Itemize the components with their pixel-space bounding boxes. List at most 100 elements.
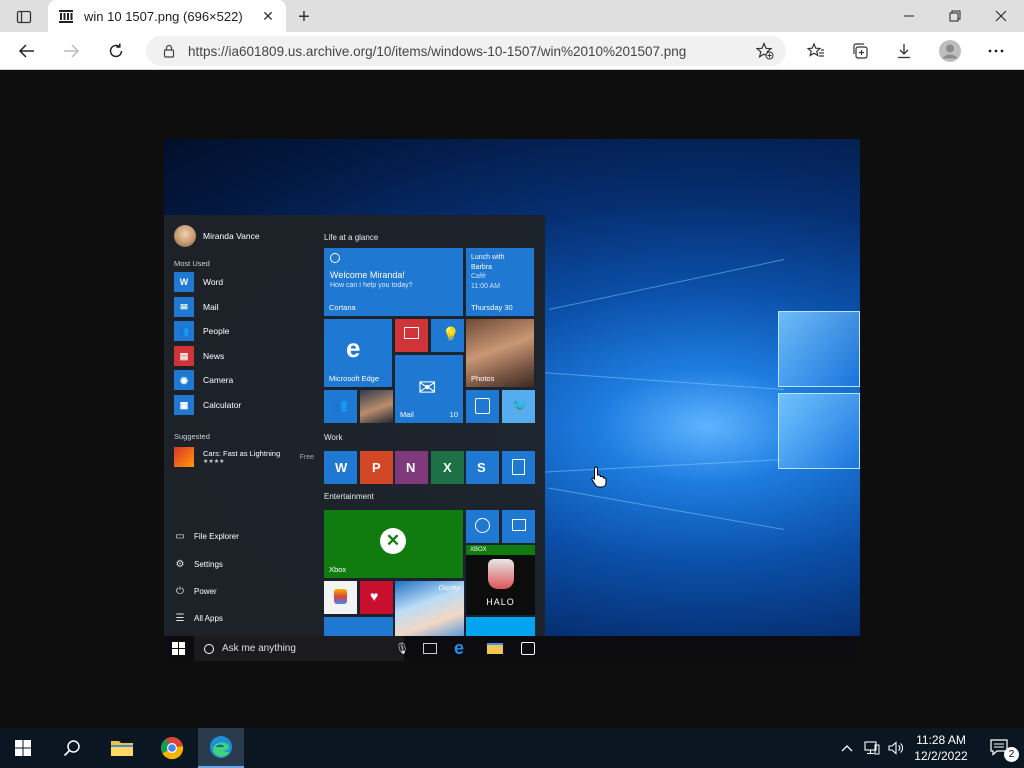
app-label: Calculator <box>203 400 242 410</box>
tile-calendar[interactable]: Lunch with Barbra Café 11:00 AM Thursday… <box>466 248 534 316</box>
tile-label: Thursday 30 <box>471 303 513 312</box>
system-item-all-apps[interactable]: ☰ All Apps <box>174 610 223 626</box>
system-item-file-explorer[interactable]: ▭ File Explorer <box>174 528 239 544</box>
settings-more-button[interactable] <box>981 36 1011 66</box>
calendar-line: Barbra <box>471 263 493 271</box>
suggested-heading: Suggested <box>174 432 210 441</box>
tile-label: Xbox <box>329 565 347 574</box>
tab-active[interactable]: win 10 1507.png (696×522) ✕ <box>48 0 286 32</box>
add-favorite-button[interactable] <box>750 36 780 66</box>
tile-partial[interactable] <box>324 617 393 636</box>
tile-calculator[interactable] <box>502 451 535 484</box>
windows-logo-icon <box>15 740 31 756</box>
file-explorer-button[interactable] <box>99 728 145 768</box>
tile-skype[interactable]: S <box>466 451 499 484</box>
displayed-image: Miranda Vance Most Used W Word ✉ Mail 👥 … <box>164 139 860 661</box>
system-item-label: Settings <box>194 559 223 569</box>
tile-partial[interactable] <box>466 617 535 636</box>
system-item-settings[interactable]: ⚙ Settings <box>174 556 223 572</box>
people-icon: 👥 <box>174 321 194 341</box>
close-tab-icon[interactable]: ✕ <box>260 8 276 24</box>
refresh-icon <box>109 43 123 58</box>
light-beam <box>544 372 785 390</box>
tile-label: Cortana <box>329 303 356 312</box>
os-taskbar: 11:28 AM 12/2/2022 2 <box>0 728 1024 768</box>
address-bar[interactable]: https://ia601809.us.archive.org/10/items… <box>146 36 786 66</box>
tile-mail[interactable]: ✉ Mail 10 <box>395 355 463 423</box>
tile-onenote[interactable]: N <box>395 451 428 484</box>
restore-button[interactable] <box>932 0 978 32</box>
system-item-power[interactable]: ⏻ Power <box>174 583 217 599</box>
app-item-news[interactable]: ▤ News <box>174 346 224 366</box>
app-label: Word <box>203 277 224 287</box>
tile-photos[interactable]: Photos <box>466 319 534 387</box>
show-hidden-icons-button[interactable] <box>834 728 860 768</box>
volume-button[interactable] <box>884 728 908 768</box>
suggested-app-label: Cars: Fast as Lightning <box>203 449 281 458</box>
tile-cortana[interactable]: Welcome Miranda! How can I help you toda… <box>324 248 463 316</box>
suggested-app[interactable]: Cars: Fast as Lightning ★★★★ Free <box>174 447 314 467</box>
clapperboard-icon <box>512 519 526 531</box>
tile-word[interactable]: W <box>324 451 357 484</box>
calendar-line: 11:00 AM <box>471 282 501 290</box>
edge-icon: e <box>454 638 465 658</box>
close-window-button[interactable] <box>978 0 1024 32</box>
suggested-app-rating: ★★★★ <box>203 459 225 465</box>
user-account[interactable]: Miranda Vance <box>174 225 260 247</box>
tile-movies-tv[interactable] <box>502 510 535 543</box>
tile-twitter[interactable]: 🐦 <box>502 390 535 423</box>
app-item-calculator[interactable]: ▦ Calculator <box>174 395 241 415</box>
tile-disney-frozen[interactable]: Disney <box>395 581 464 636</box>
tile-iheartradio[interactable]: ♥ <box>360 581 393 614</box>
refresh-button[interactable] <box>101 36 131 66</box>
app-item-camera[interactable]: ◉ Camera <box>174 370 233 390</box>
game-app-icon <box>334 589 347 604</box>
app-item-mail[interactable]: ✉ Mail <box>174 297 219 317</box>
app-item-people[interactable]: 👥 People <box>174 321 229 341</box>
news-icon: ▤ <box>174 346 194 366</box>
tile-xbox[interactable]: ✕ Xbox <box>324 510 463 578</box>
back-button[interactable] <box>12 36 42 66</box>
tile-contact[interactable] <box>360 390 393 423</box>
collections-icon <box>853 43 868 59</box>
cortana-search-box[interactable]: Ask me anything <box>194 636 404 661</box>
tab-actions-button[interactable] <box>10 6 38 28</box>
windows-start-icon <box>172 642 185 655</box>
network-button[interactable] <box>860 728 884 768</box>
new-tab-button[interactable]: + <box>292 5 316 29</box>
profile-button[interactable] <box>935 36 965 66</box>
tile-tips[interactable]: 💡 <box>431 319 464 352</box>
calendar-line: Café <box>471 273 486 280</box>
chrome-button[interactable] <box>149 728 195 768</box>
page-content: Miranda Vance Most Used W Word ✉ Mail 👥 … <box>0 71 1024 728</box>
suggested-app-price: Free <box>299 453 314 461</box>
mail-icon: ✉ <box>418 375 437 400</box>
tile-news[interactable] <box>395 319 428 352</box>
tile-microsoft-edge[interactable]: e Microsoft Edge <box>324 319 392 387</box>
start-button[interactable] <box>0 728 46 768</box>
cortana-subtitle: How can I help you today? <box>330 282 413 289</box>
app-label: Mail <box>203 302 219 312</box>
app-item-word[interactable]: W Word <box>174 272 223 292</box>
tile-groove-music[interactable] <box>466 510 499 543</box>
forward-button[interactable] <box>56 36 86 66</box>
edge-taskbar-button-active[interactable] <box>198 728 244 768</box>
light-beam <box>547 487 785 530</box>
clock[interactable]: 11:28 AM 12/2/2022 <box>910 728 972 768</box>
user-name: Miranda Vance <box>203 231 260 241</box>
browser-toolbar: https://ia601809.us.archive.org/10/items… <box>0 32 1024 70</box>
minimize-button[interactable] <box>886 0 932 32</box>
tile-halo[interactable]: XBOX HALO <box>466 545 535 615</box>
tile-people[interactable]: 👥 <box>324 390 357 423</box>
notification-center-button[interactable]: 2 <box>978 728 1024 768</box>
tile-excel[interactable]: X <box>431 451 464 484</box>
search-button[interactable] <box>49 728 95 768</box>
mail-count-badge: 10 <box>449 410 458 419</box>
tile-store[interactable] <box>466 390 499 423</box>
favorites-button[interactable] <box>801 36 831 66</box>
collections-button[interactable] <box>845 36 875 66</box>
tile-game-small[interactable] <box>324 581 357 614</box>
tile-powerpoint[interactable]: P <box>360 451 393 484</box>
logo-pane <box>778 393 860 469</box>
downloads-button[interactable] <box>889 36 919 66</box>
